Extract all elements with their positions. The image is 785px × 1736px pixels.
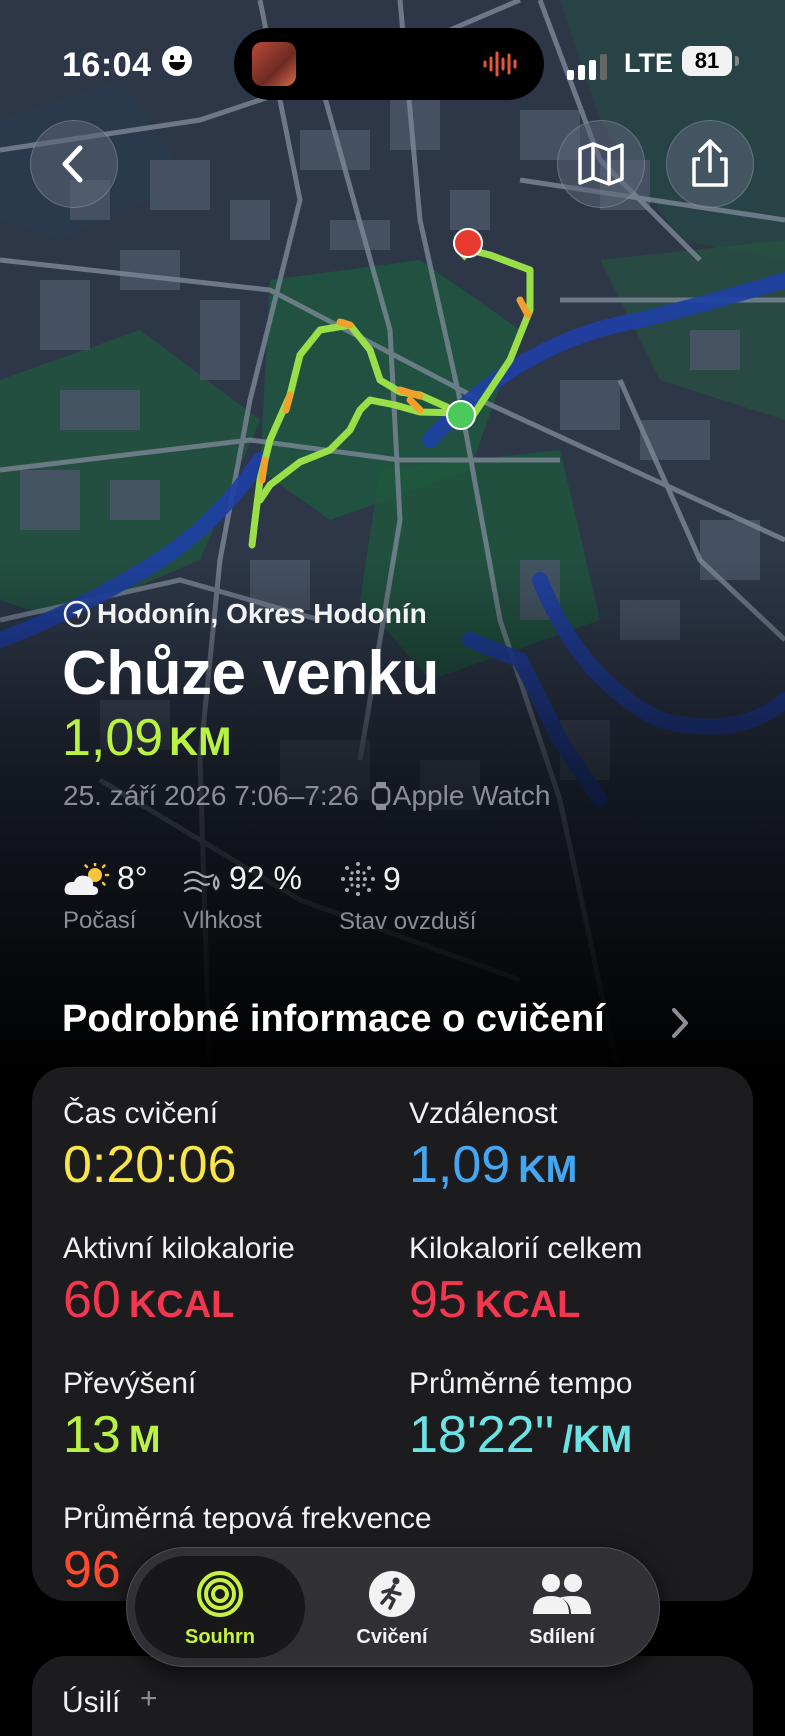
weather-label: Počasí: [63, 907, 137, 934]
map-icon: [578, 142, 624, 186]
distance-value: 1,09: [62, 709, 164, 767]
workout-location: Hodonín, Okres Hodonín: [63, 598, 427, 630]
metric-unit: KM: [518, 1149, 578, 1191]
status-time: 16:04: [62, 46, 152, 84]
air-quality-value: 9: [383, 861, 401, 897]
metric-value: 60: [63, 1271, 121, 1329]
device-name: Apple Watch: [392, 780, 551, 811]
status-bar: 16:04 LTE 81: [0, 28, 785, 100]
effort-label: Úsilí: [62, 1686, 121, 1719]
metric-label: Průměrná tepová frekvence: [63, 1502, 432, 1535]
metric-label: Převýšení: [63, 1367, 197, 1400]
workout-details-heading[interactable]: Podrobné informace o cvičení: [62, 998, 605, 1041]
location-text: Hodonín, Okres Hodonín: [97, 598, 427, 629]
metric-workout-time: Čas cvičení 0:20:06: [63, 1097, 237, 1195]
metric-label: Kilokalorií celkem: [409, 1232, 643, 1265]
air-quality-condition: 9 Stav ovzduší: [339, 860, 476, 936]
metric-unit: M: [128, 1419, 161, 1461]
tab-label: Sdílení: [529, 1626, 595, 1648]
network-type: LTE: [624, 48, 673, 78]
cellular-signal-icon: [567, 54, 607, 80]
battery-indicator: 81: [682, 46, 739, 76]
humidity-label: Vlhkost: [183, 907, 262, 934]
tab-bar: Souhrn Cvičení Sdílení: [126, 1547, 660, 1667]
share-button[interactable]: [666, 120, 754, 208]
share-icon: [692, 139, 728, 187]
tab-label: Souhrn: [185, 1626, 255, 1648]
partly-sunny-icon: [64, 861, 110, 895]
air-quality-icon: [341, 862, 375, 896]
dynamic-island[interactable]: [234, 28, 544, 100]
air-quality-label: Stav ovzduší: [339, 908, 477, 935]
tab-sharing[interactable]: Sdílení: [477, 1556, 647, 1658]
metric-total-kcal: Kilokalorií celkem 95 KCAL: [409, 1232, 642, 1330]
watch-icon: [371, 782, 391, 810]
effort-card[interactable]: Úsilí +: [32, 1656, 753, 1736]
metric-avg-pace: Průměrné tempo 18'22''/KM: [409, 1367, 632, 1465]
running-figure-icon: [369, 1571, 415, 1617]
metric-unit: KCAL: [128, 1284, 235, 1326]
chevron-left-icon: [62, 145, 83, 183]
tab-label: Cvičení: [356, 1626, 428, 1648]
audio-waveform-icon: [483, 51, 517, 77]
tab-workouts[interactable]: Cvičení: [307, 1556, 477, 1658]
metric-active-kcal: Aktivní kilokalorie 60 KCAL: [63, 1232, 295, 1330]
back-button[interactable]: [30, 120, 118, 208]
workout-metrics-card[interactable]: Čas cvičení 0:20:06 Vzdálenost 1,09 KM Ak…: [32, 1067, 753, 1601]
workout-title: Chůze venku: [62, 639, 439, 708]
location-arrow-icon: [63, 600, 91, 628]
workout-date-row: 25. září 2026 7:06–7:26 Apple Watch: [63, 780, 551, 812]
effort-add-icon[interactable]: +: [140, 1682, 158, 1716]
chevron-right-icon[interactable]: [669, 1005, 691, 1041]
now-playing-artwork: [252, 42, 296, 86]
map-style-button[interactable]: [557, 120, 645, 208]
humidity-condition: 92 % Vlhkost: [183, 860, 302, 935]
humidity-icon: [183, 870, 220, 893]
metric-value: 0:20:06: [63, 1136, 237, 1194]
activity-rings-icon: [197, 1571, 243, 1617]
people-icon: [533, 1574, 591, 1614]
metric-unit: /KM: [562, 1419, 633, 1461]
humidity-value: 92 %: [229, 860, 302, 896]
smiley-icon: [162, 46, 192, 76]
metric-unit: KCAL: [474, 1284, 581, 1326]
workout-distance: 1,09 KM: [62, 708, 231, 768]
metric-label: Čas cvičení: [63, 1097, 219, 1130]
metric-value: 13: [63, 1406, 121, 1464]
weather-value: 8°: [117, 860, 148, 896]
metric-value: 95: [409, 1271, 467, 1329]
metric-label: Vzdálenost: [409, 1097, 558, 1130]
metric-value: 1,09: [409, 1136, 511, 1194]
metric-distance: Vzdálenost 1,09 KM: [409, 1097, 577, 1195]
metric-elevation: Převýšení 13 M: [63, 1367, 196, 1465]
date-range: 25. září 2026 7:06–7:26: [63, 780, 359, 811]
metric-label: Průměrné tempo: [409, 1367, 633, 1400]
tab-summary[interactable]: Souhrn: [135, 1556, 305, 1658]
metric-label: Aktivní kilokalorie: [63, 1232, 295, 1265]
distance-unit: KM: [169, 720, 232, 764]
weather-condition: 8° Počasí: [63, 860, 148, 935]
metric-value: 18'22'': [409, 1406, 555, 1464]
